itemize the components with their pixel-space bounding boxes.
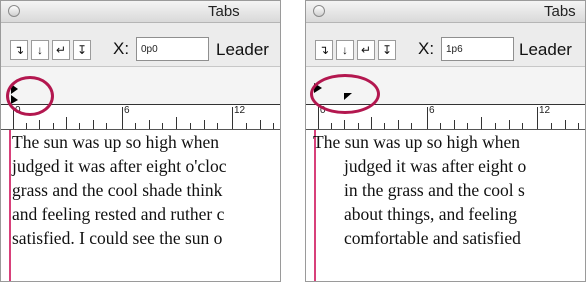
- center-justified-tab-icon: ↓: [342, 43, 348, 57]
- ruler-major-tick: [427, 107, 428, 129]
- highlight-circle: [6, 76, 54, 116]
- text-line: in the grass and the cool s: [344, 180, 525, 200]
- center-justified-tab-button[interactable]: ↓: [31, 40, 49, 60]
- center-justified-tab-button[interactable]: ↓: [336, 40, 354, 60]
- highlight-circle: [310, 74, 380, 114]
- left-margin-guide: [9, 130, 11, 281]
- align-to-decimal-tab-icon: ↧: [381, 43, 393, 57]
- right-justified-tab-button[interactable]: ↵: [357, 40, 375, 60]
- ruler-major-tick: [537, 107, 538, 129]
- x-position-field[interactable]: 1p6: [441, 37, 514, 61]
- text-frame[interactable]: The sun was up so high when judged it wa…: [1, 130, 280, 281]
- text-line: about things, and feeling: [344, 204, 518, 224]
- ruler-label: 6: [429, 105, 435, 116]
- align-to-decimal-tab-icon: ↧: [76, 43, 88, 57]
- text-line: judged it was after eight o: [344, 156, 527, 176]
- ruler-label: 12: [234, 105, 246, 116]
- left-justified-tab-button[interactable]: ↴: [10, 40, 28, 60]
- right-justified-tab-button[interactable]: ↵: [52, 40, 70, 60]
- tabs-toolbar: ↴ ↓ ↵ ↧ X: 0p0 Leader: [1, 23, 280, 67]
- center-justified-tab-icon: ↓: [37, 43, 43, 57]
- panel-title: Tabs: [544, 3, 576, 20]
- left-justified-tab-button[interactable]: ↴: [315, 40, 333, 60]
- close-button[interactable]: [313, 5, 325, 17]
- leader-label: Leader: [216, 40, 269, 59]
- ruler-label: 6: [124, 105, 130, 116]
- align-to-decimal-tab-button[interactable]: ↧: [73, 40, 91, 60]
- tabs-panel-left: Tabs ↴ ↓ ↵ ↧ X: 0p0 Leader 0 6 12 The su…: [0, 0, 281, 282]
- text-line: The sun was up so high when: [12, 132, 220, 152]
- text-line: comfortable and satisfied: [344, 228, 521, 248]
- align-to-decimal-tab-button[interactable]: ↧: [378, 40, 396, 60]
- ruler-label: 12: [539, 105, 551, 116]
- ruler-major-tick: [318, 107, 319, 129]
- left-justified-tab-icon: ↴: [13, 43, 25, 57]
- close-button[interactable]: [8, 5, 20, 17]
- title-bar: Tabs: [1, 1, 280, 23]
- x-position-label: X:: [113, 39, 130, 58]
- ruler-major-tick: [122, 107, 123, 129]
- text-line: grass and the cool shade think: [12, 180, 223, 200]
- panel-title: Tabs: [208, 3, 240, 20]
- tabs-panel-right: Tabs ↴ ↓ ↵ ↧ X: 1p6 Leader 0 6 12 The su…: [305, 0, 586, 282]
- text-line: The sun was up so high when: [313, 132, 521, 152]
- x-position-field[interactable]: 0p0: [136, 37, 209, 61]
- ruler-major-tick: [232, 107, 233, 129]
- leader-label: Leader: [519, 40, 572, 59]
- left-justified-tab-icon: ↴: [318, 43, 330, 57]
- right-justified-tab-icon: ↵: [360, 43, 372, 57]
- text-frame[interactable]: The sun was up so high when judged it wa…: [306, 130, 585, 281]
- text-line: and feeling rested and ruther c: [12, 204, 225, 224]
- text-line: satisfied. I could see the sun o: [12, 228, 223, 248]
- text-line: judged it was after eight o'cloc: [12, 156, 227, 176]
- title-bar: Tabs: [306, 1, 585, 23]
- tabs-toolbar: ↴ ↓ ↵ ↧ X: 1p6 Leader: [306, 23, 585, 67]
- right-justified-tab-icon: ↵: [55, 43, 67, 57]
- x-position-label: X:: [418, 39, 435, 58]
